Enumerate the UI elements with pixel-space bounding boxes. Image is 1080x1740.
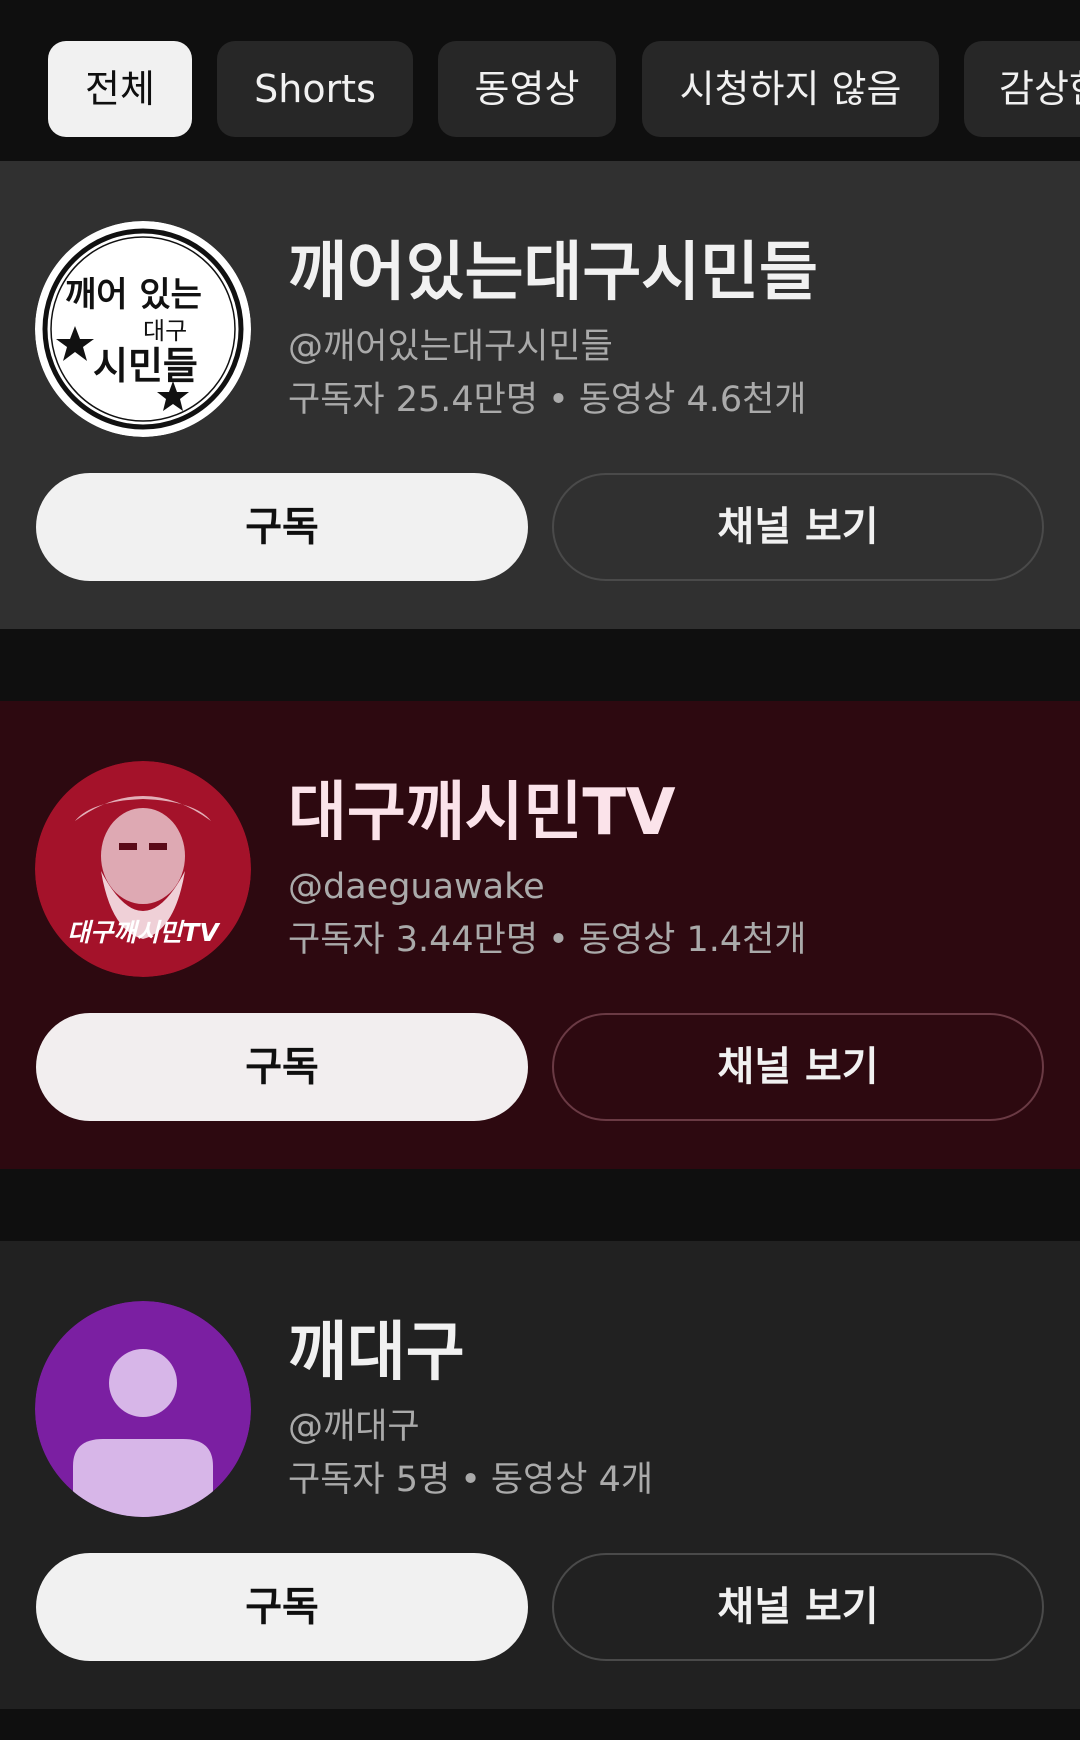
channel-avatar[interactable]: 깨어 있는 대구 시민들 bbox=[35, 221, 251, 437]
channel-avatar[interactable] bbox=[35, 1301, 251, 1517]
chip-all[interactable]: 전체 bbox=[48, 41, 192, 137]
chip-videos[interactable]: 동영상 bbox=[438, 41, 616, 137]
channel-handle: @깨대구 bbox=[288, 1407, 420, 1447]
video-count: 동영상 1.4천개 bbox=[578, 920, 807, 960]
channel-handle: @daeguawake bbox=[288, 867, 545, 907]
subscribe-button[interactable]: 구독 bbox=[36, 473, 528, 581]
chip-unwatched[interactable]: 시청하지 않음 bbox=[642, 41, 939, 137]
channel-avatar[interactable]: 대구깨시민TV bbox=[35, 761, 251, 977]
video-count: 동영상 4.6천개 bbox=[578, 380, 807, 420]
channel-stats: 구독자 25.4만명 • 동영상 4.6천개 bbox=[288, 377, 807, 423]
channel-card: 대구깨시민TV 대구깨시민TV @daeguawake 구독자 3.44만명 • 동… bbox=[0, 701, 1080, 1169]
channel-name[interactable]: 깨어있는대구시민들 bbox=[288, 233, 818, 313]
avatar-line-2: 대구 bbox=[143, 317, 187, 345]
channel-name[interactable]: 대구깨시민TV bbox=[288, 773, 676, 853]
separator-dot: • bbox=[460, 1460, 481, 1500]
chip-watched[interactable]: 감상한 bbox=[964, 41, 1080, 137]
avatar-label: 대구깨시민TV bbox=[67, 918, 220, 947]
view-channel-button[interactable]: 채널 보기 bbox=[552, 1013, 1044, 1121]
subscribe-button[interactable]: 구독 bbox=[36, 1013, 528, 1121]
channel-stats: 구독자 5명 • 동영상 4개 bbox=[288, 1457, 653, 1503]
subscriber-count: 구독자 5명 bbox=[288, 1460, 451, 1500]
filter-chip-bar: 전체 Shorts 동영상 시청하지 않음 감상한 bbox=[0, 0, 1080, 161]
channel-card: 깨어 있는 대구 시민들 깨어있는대구시민들 @깨어있는대구시민들 구독자 25… bbox=[0, 161, 1080, 629]
view-channel-button[interactable]: 채널 보기 bbox=[552, 1553, 1044, 1661]
separator-dot: • bbox=[548, 920, 569, 960]
separator-dot: • bbox=[548, 380, 569, 420]
subscribe-button[interactable]: 구독 bbox=[36, 1553, 528, 1661]
video-count: 동영상 4개 bbox=[490, 1460, 654, 1500]
person-icon bbox=[35, 1301, 251, 1517]
view-channel-button[interactable]: 채널 보기 bbox=[552, 473, 1044, 581]
subscriber-count: 구독자 3.44만명 bbox=[288, 920, 539, 960]
subscriber-count: 구독자 25.4만명 bbox=[288, 380, 539, 420]
channel-stats: 구독자 3.44만명 • 동영상 1.4천개 bbox=[288, 917, 807, 963]
chip-shorts[interactable]: Shorts bbox=[217, 41, 413, 137]
channel-card: 깨대구 @깨대구 구독자 5명 • 동영상 4개 구독 채널 보기 bbox=[0, 1241, 1080, 1709]
channel-name[interactable]: 깨대구 bbox=[288, 1313, 465, 1393]
channel-handle: @깨어있는대구시민들 bbox=[288, 327, 613, 367]
avatar-line-3: 시민들 bbox=[93, 344, 198, 388]
avatar-line-1: 깨어 있는 bbox=[65, 275, 202, 315]
